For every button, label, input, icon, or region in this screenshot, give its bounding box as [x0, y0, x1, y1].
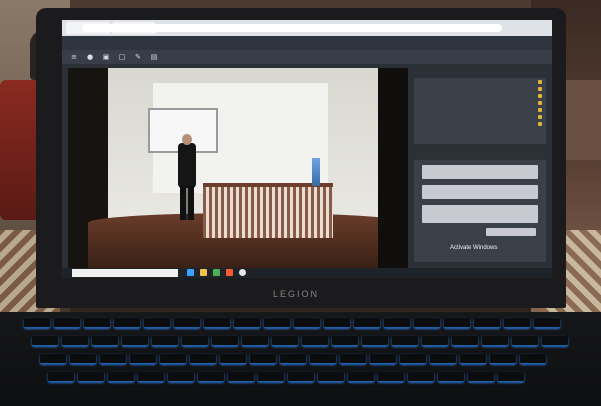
chat-message [486, 228, 536, 236]
dark-curtain [378, 68, 408, 268]
participant-item[interactable] [414, 92, 546, 99]
participant-item[interactable] [414, 113, 546, 120]
taskbar-search-box[interactable] [72, 269, 178, 277]
address-bar[interactable] [82, 24, 502, 32]
key-row [24, 372, 576, 384]
participant-item[interactable] [414, 85, 546, 92]
speaker-legs [180, 186, 194, 220]
participants-header [414, 68, 546, 78]
toolbar: ≡ ● ▣ □ ✎ ▤ [62, 50, 552, 64]
key-row [24, 354, 576, 366]
app-header [62, 36, 552, 50]
speaker-body [178, 143, 196, 188]
participants-panel [414, 68, 546, 144]
user-icon[interactable]: ● [86, 53, 94, 61]
laptop-keyboard [0, 312, 601, 406]
chat-message [422, 205, 538, 223]
laptop-screen: ≡ ● ▣ □ ✎ ▤ Activate Windows [62, 20, 552, 278]
video-stream[interactable] [68, 68, 408, 268]
chat-header [414, 150, 546, 160]
laptop-brand: LEGION [272, 289, 319, 299]
participant-item[interactable] [414, 120, 546, 127]
chat-panel: Activate Windows [414, 150, 546, 262]
browser-bar [62, 20, 552, 36]
windows-taskbar [62, 268, 552, 278]
blue-flag [312, 158, 320, 186]
chrome-icon[interactable] [239, 269, 246, 276]
presentation-icon[interactable]: ▣ [102, 53, 110, 61]
participant-item[interactable] [414, 99, 546, 106]
key-row [24, 318, 576, 330]
edge-icon[interactable] [187, 269, 194, 276]
covered-table [203, 183, 333, 238]
screen-share-icon[interactable]: □ [118, 53, 126, 61]
chat-message [422, 185, 538, 199]
participant-item[interactable] [414, 78, 546, 85]
store-icon[interactable] [213, 269, 220, 276]
photo-scene: ≡ ● ▣ □ ✎ ▤ Activate Windows LEGION [0, 0, 601, 406]
activate-windows-watermark: Activate Windows [450, 245, 498, 251]
file-icon[interactable]: ▤ [150, 53, 158, 61]
chat-message [422, 165, 538, 179]
firefox-icon[interactable] [226, 269, 233, 276]
key-row [24, 336, 576, 348]
menu-icon[interactable]: ≡ [70, 53, 78, 61]
speaker-head [182, 134, 192, 145]
file-explorer-icon[interactable] [200, 269, 207, 276]
pen-icon[interactable]: ✎ [134, 53, 142, 61]
participant-item[interactable] [414, 106, 546, 113]
